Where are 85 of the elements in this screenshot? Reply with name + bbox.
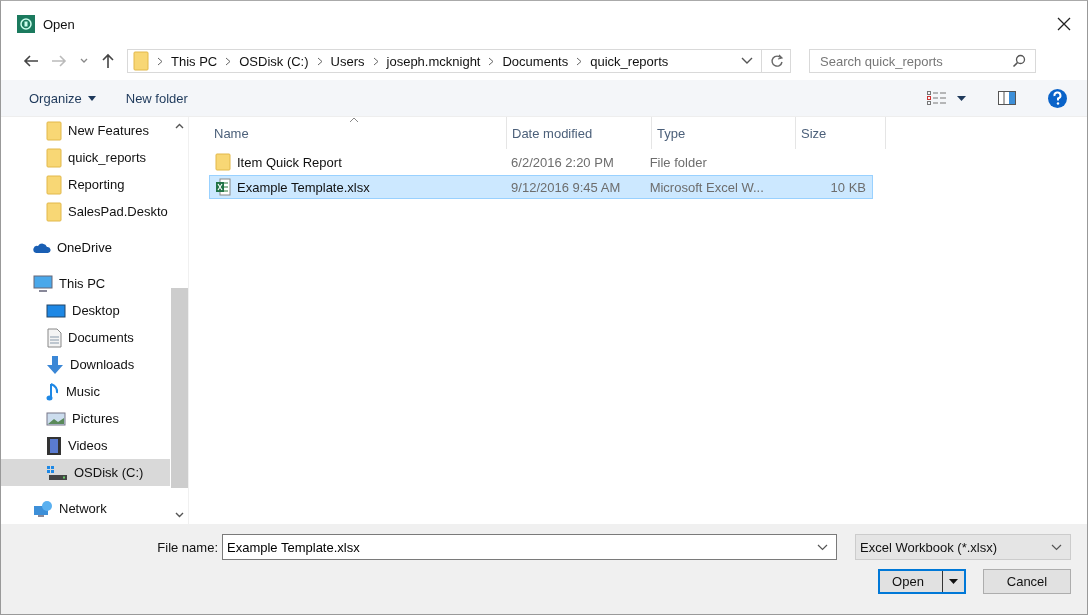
monitor-icon — [33, 274, 53, 293]
folder-icon — [46, 201, 62, 222]
table-cell-text: Microsoft Excel W... — [648, 179, 765, 195]
sidebar-item[interactable]: Pictures — [1, 405, 170, 432]
search-field[interactable]: Search quick_reports — [809, 49, 1036, 73]
new-folder-button[interactable]: New folder — [115, 88, 198, 108]
table-cell-text: 9/12/2016 9:45 AM — [510, 179, 622, 195]
sidebar-item[interactable]: OSDisk (C:) — [1, 459, 170, 486]
column-header[interactable]: Name — [209, 117, 507, 149]
refresh-icon[interactable] — [770, 54, 784, 68]
file-name: Example Template.xlsx — [237, 179, 370, 195]
sort-caret-icon — [349, 117, 359, 123]
pictures-icon — [46, 410, 66, 427]
scroll-down-icon[interactable] — [174, 512, 184, 518]
chevron-down-icon — [817, 544, 828, 551]
sidebar-item[interactable]: Desktop — [1, 297, 170, 324]
sidebar-item[interactable]: Videos — [1, 432, 170, 459]
caret-icon[interactable] — [957, 95, 966, 101]
drive-icon — [46, 464, 68, 481]
close-icon[interactable] — [1057, 17, 1071, 31]
table-cell-text: File folder — [648, 154, 708, 170]
chevron-down-icon[interactable] — [79, 57, 89, 65]
breadcrumb[interactable]: joseph.mcknight — [386, 53, 481, 69]
address-bar[interactable]: This PC OSDisk (C:) Users joseph.mcknight Documents quick_reports — [127, 49, 791, 73]
desktop-icon — [46, 302, 66, 319]
sidebar-item[interactable]: Reporting — [1, 171, 170, 198]
sidebar-item[interactable]: Music — [1, 378, 170, 405]
caret-icon — [949, 579, 958, 584]
sidebar-item[interactable]: SalesPad.Deskto — [1, 198, 170, 225]
up-arrow-icon[interactable] — [101, 53, 115, 69]
document-icon — [46, 327, 62, 348]
sidebar-item[interactable]: Documents — [1, 324, 170, 351]
chevron-right-icon — [576, 56, 583, 66]
scroll-up-icon[interactable] — [174, 123, 184, 129]
sidebar-item[interactable]: This PC — [1, 270, 170, 297]
cloud-icon — [33, 241, 51, 254]
help-icon[interactable] — [1048, 88, 1067, 108]
breadcrumb[interactable]: OSDisk (C:) — [239, 53, 309, 69]
cancel-button[interactable]: Cancel — [983, 569, 1071, 594]
sidebar-item[interactable]: OneDrive — [1, 234, 170, 261]
sidebar-item[interactable]: Network — [1, 495, 170, 522]
file-name-label: File name: — [157, 539, 218, 555]
folder-icon — [215, 153, 231, 171]
sidebar-item[interactable]: New Features — [1, 117, 170, 144]
column-header[interactable]: Type — [652, 117, 796, 149]
film-icon — [46, 435, 62, 456]
folder-icon — [46, 147, 62, 168]
table-cell: 10 KB — [830, 179, 866, 195]
file-type-dropdown[interactable]: Excel Workbook (*.xlsx) — [855, 534, 1071, 560]
file-row[interactable]: Item Quick Report 6/2/2016 2:20 PM File folder — [209, 150, 873, 174]
chevron-down-icon[interactable] — [741, 57, 753, 65]
caret-icon — [87, 95, 96, 101]
sidebar-item[interactable]: Downloads — [1, 351, 170, 378]
app-icon — [17, 15, 35, 33]
open-button[interactable]: Open — [878, 569, 966, 594]
network-icon — [33, 499, 53, 518]
chevron-right-icon — [225, 56, 232, 66]
breadcrumb[interactable]: This PC — [171, 53, 218, 69]
file-row[interactable]: Example Template.xlsx 9/12/2016 9:45 AM Microsoft Excel W... 10 KB — [209, 175, 873, 199]
chevron-right-icon — [157, 56, 163, 66]
view-list-icon[interactable] — [927, 91, 947, 105]
column-header[interactable]: Size — [796, 117, 886, 149]
chevron-right-icon — [372, 56, 379, 66]
chevron-right-icon — [316, 56, 323, 66]
folder-icon — [46, 120, 62, 141]
sidebar-item[interactable]: quick_reports — [1, 144, 170, 171]
search-icon — [1012, 54, 1026, 68]
music-note-icon — [46, 381, 60, 402]
breadcrumb[interactable]: quick_reports — [590, 53, 669, 69]
window-title: Open — [43, 16, 75, 32]
table-cell-text: 6/2/2016 2:20 PM — [510, 154, 615, 170]
preview-pane-icon[interactable] — [998, 91, 1016, 105]
down-arrow-icon — [46, 354, 64, 375]
back-arrow-icon[interactable] — [23, 54, 39, 68]
spreadsheet-icon — [215, 178, 231, 196]
chevron-down-icon — [1051, 543, 1062, 551]
folder-icon — [133, 51, 149, 71]
file-name-field[interactable]: Example Template.xlsx — [222, 534, 837, 560]
breadcrumb[interactable]: Users — [330, 53, 365, 69]
column-header[interactable]: Date modified — [507, 117, 652, 149]
folder-icon — [46, 174, 62, 195]
breadcrumb[interactable]: Documents — [502, 53, 569, 69]
file-name: Item Quick Report — [237, 154, 342, 170]
organize-button[interactable]: Organize — [19, 88, 106, 108]
chevron-right-icon — [488, 56, 495, 66]
